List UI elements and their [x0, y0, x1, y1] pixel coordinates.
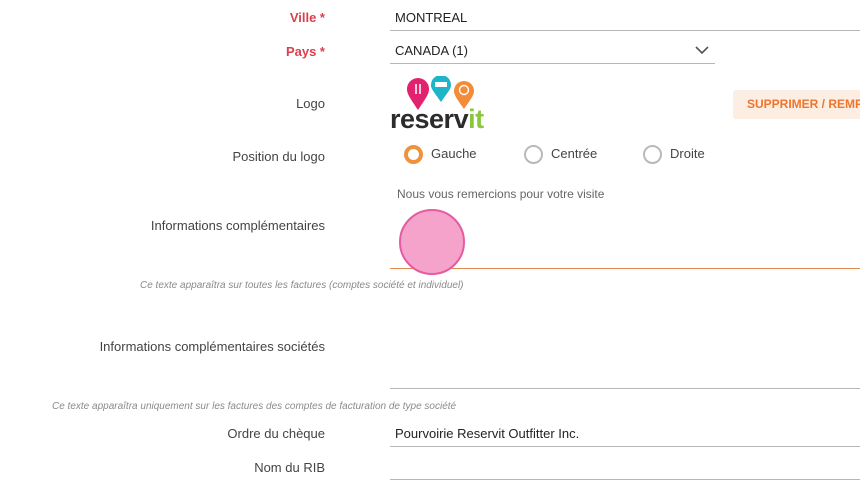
logo-position-right-label[interactable]: Droite	[670, 146, 705, 161]
logo-position-label: Position du logo	[232, 149, 325, 164]
rib-name-underline	[390, 479, 860, 480]
extra-info-companies-hint: Ce texte apparaîtra uniquement sur les f…	[52, 401, 457, 412]
extra-info-value: Nous vous remercions pour votre visite	[397, 187, 605, 201]
city-label: Ville *	[289, 10, 325, 25]
cheque-order-underline	[390, 446, 860, 447]
logo-position-right-radio[interactable]	[643, 145, 662, 164]
country-select[interactable]: CANADA (1)	[390, 38, 715, 64]
touch-indicator	[399, 209, 465, 275]
rib-name-label: Nom du RIB	[254, 460, 325, 475]
extra-info-label: Informations complémentaires	[150, 218, 325, 233]
extra-info-underline	[390, 268, 860, 269]
logo-wordmark-accent: it	[468, 104, 484, 134]
cheque-order-label: Ordre du chèque	[227, 426, 325, 441]
logo-position-left-radio[interactable]	[404, 145, 423, 164]
extra-info-companies-label: Informations complémentaires sociétés	[99, 339, 325, 354]
country-underline	[390, 63, 715, 64]
logo-wordmark-main: reserv	[390, 104, 469, 134]
country-value: CANADA (1)	[395, 43, 468, 58]
logo-wordmark: reservit	[390, 106, 484, 133]
rib-name-input[interactable]	[395, 460, 855, 476]
remove-logo-button[interactable]: SUPPRIMER / REMPLACER	[733, 90, 860, 119]
logo-position-center-label[interactable]: Centrée	[551, 146, 597, 161]
chevron-down-icon	[695, 46, 709, 55]
extra-info-companies-underline	[390, 388, 860, 389]
city-input[interactable]: MONTREAL	[395, 10, 467, 25]
extra-info-hint: Ce texte apparaîtra sur toutes les factu…	[140, 280, 464, 291]
logo-label: Logo	[296, 96, 325, 111]
extra-info-companies-textarea[interactable]	[390, 300, 860, 388]
city-underline	[390, 30, 860, 31]
logo-position-left-label[interactable]: Gauche	[431, 146, 477, 161]
cheque-order-input[interactable]: Pourvoirie Reservit Outfitter Inc.	[395, 426, 579, 441]
logo-position-center-radio[interactable]	[524, 145, 543, 164]
country-label: Pays *	[285, 44, 325, 59]
